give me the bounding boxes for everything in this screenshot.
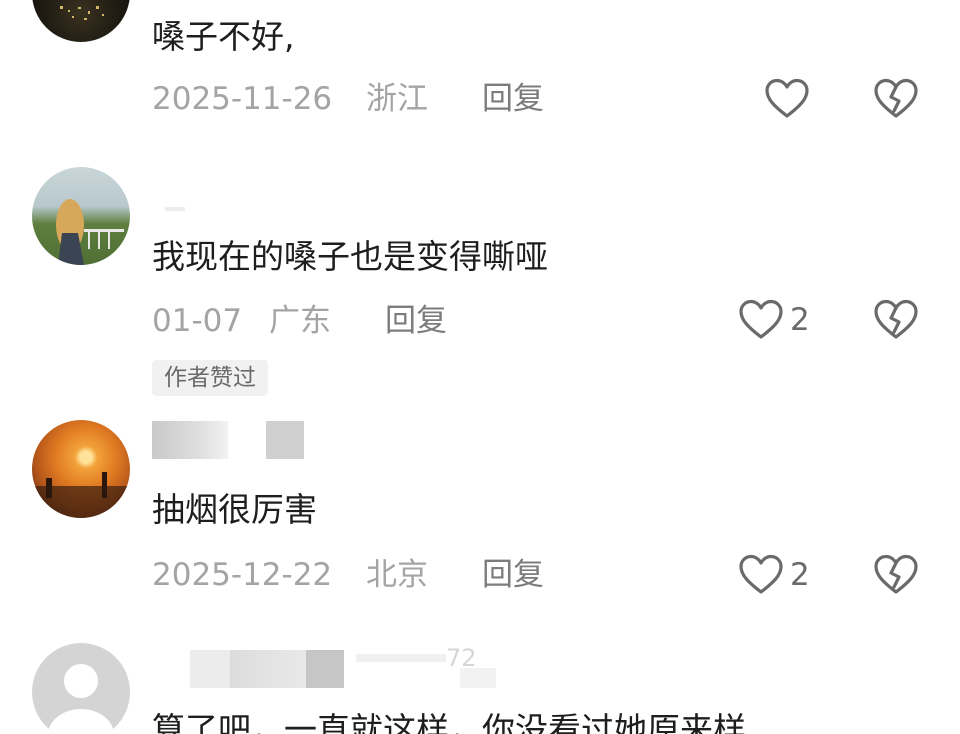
- avatar[interactable]: [32, 643, 130, 734]
- comment-text: 嗓子不好,: [152, 17, 295, 56]
- username-redacted: [152, 421, 228, 459]
- avatar[interactable]: [32, 0, 130, 42]
- username-redacted: [230, 650, 306, 688]
- reply-button[interactable]: 回复: [385, 301, 447, 341]
- broken-heart-icon: [874, 78, 918, 118]
- username-redacted: [165, 207, 185, 211]
- comment-location: 广东: [269, 303, 331, 339]
- comment-date: 2025-12-22: [152, 557, 333, 593]
- broken-heart-icon: [874, 554, 918, 594]
- avatar-photo: [32, 472, 130, 518]
- like-count: 2: [790, 557, 810, 593]
- avatar[interactable]: [32, 167, 130, 265]
- person-silhouette-icon: [48, 664, 114, 734]
- heart-outline-icon: [765, 78, 809, 118]
- heart-outline-icon: [739, 554, 783, 594]
- username-redacted: [266, 421, 304, 459]
- username-redacted: [190, 650, 230, 688]
- comment-location: 北京: [366, 557, 428, 593]
- dislike-button[interactable]: [873, 77, 919, 121]
- username-redacted: [306, 650, 344, 688]
- comment-text: 我现在的嗓子也是变得嘶哑: [152, 237, 548, 276]
- username-redacted: [460, 668, 496, 688]
- comment-text: 算了吧，一直就这样，你没看过她原来样: [152, 710, 746, 734]
- author-liked-badge: 作者赞过: [152, 360, 268, 396]
- comment-text: 抽烟很厉害: [152, 490, 317, 529]
- avatar-photo: [56, 199, 124, 265]
- broken-heart-icon: [874, 299, 918, 339]
- username-redacted: [356, 654, 446, 662]
- comment-date: 2025-11-26: [152, 81, 333, 117]
- like-count: 2: [790, 302, 810, 338]
- comment-location: 浙江: [366, 81, 428, 117]
- dislike-button[interactable]: [873, 553, 919, 597]
- reply-button[interactable]: 回复: [482, 555, 544, 595]
- comment-date: 01-07: [152, 303, 243, 339]
- avatar[interactable]: [32, 420, 130, 518]
- heart-outline-icon: [739, 299, 783, 339]
- avatar-photo: [60, 6, 104, 20]
- comment-list: 嗓子不好, 2025-11-26 浙江 回复 我现在的嗓子也是变得嘶哑 01-0…: [0, 0, 960, 734]
- reply-button[interactable]: 回复: [482, 79, 544, 119]
- dislike-button[interactable]: [873, 298, 919, 342]
